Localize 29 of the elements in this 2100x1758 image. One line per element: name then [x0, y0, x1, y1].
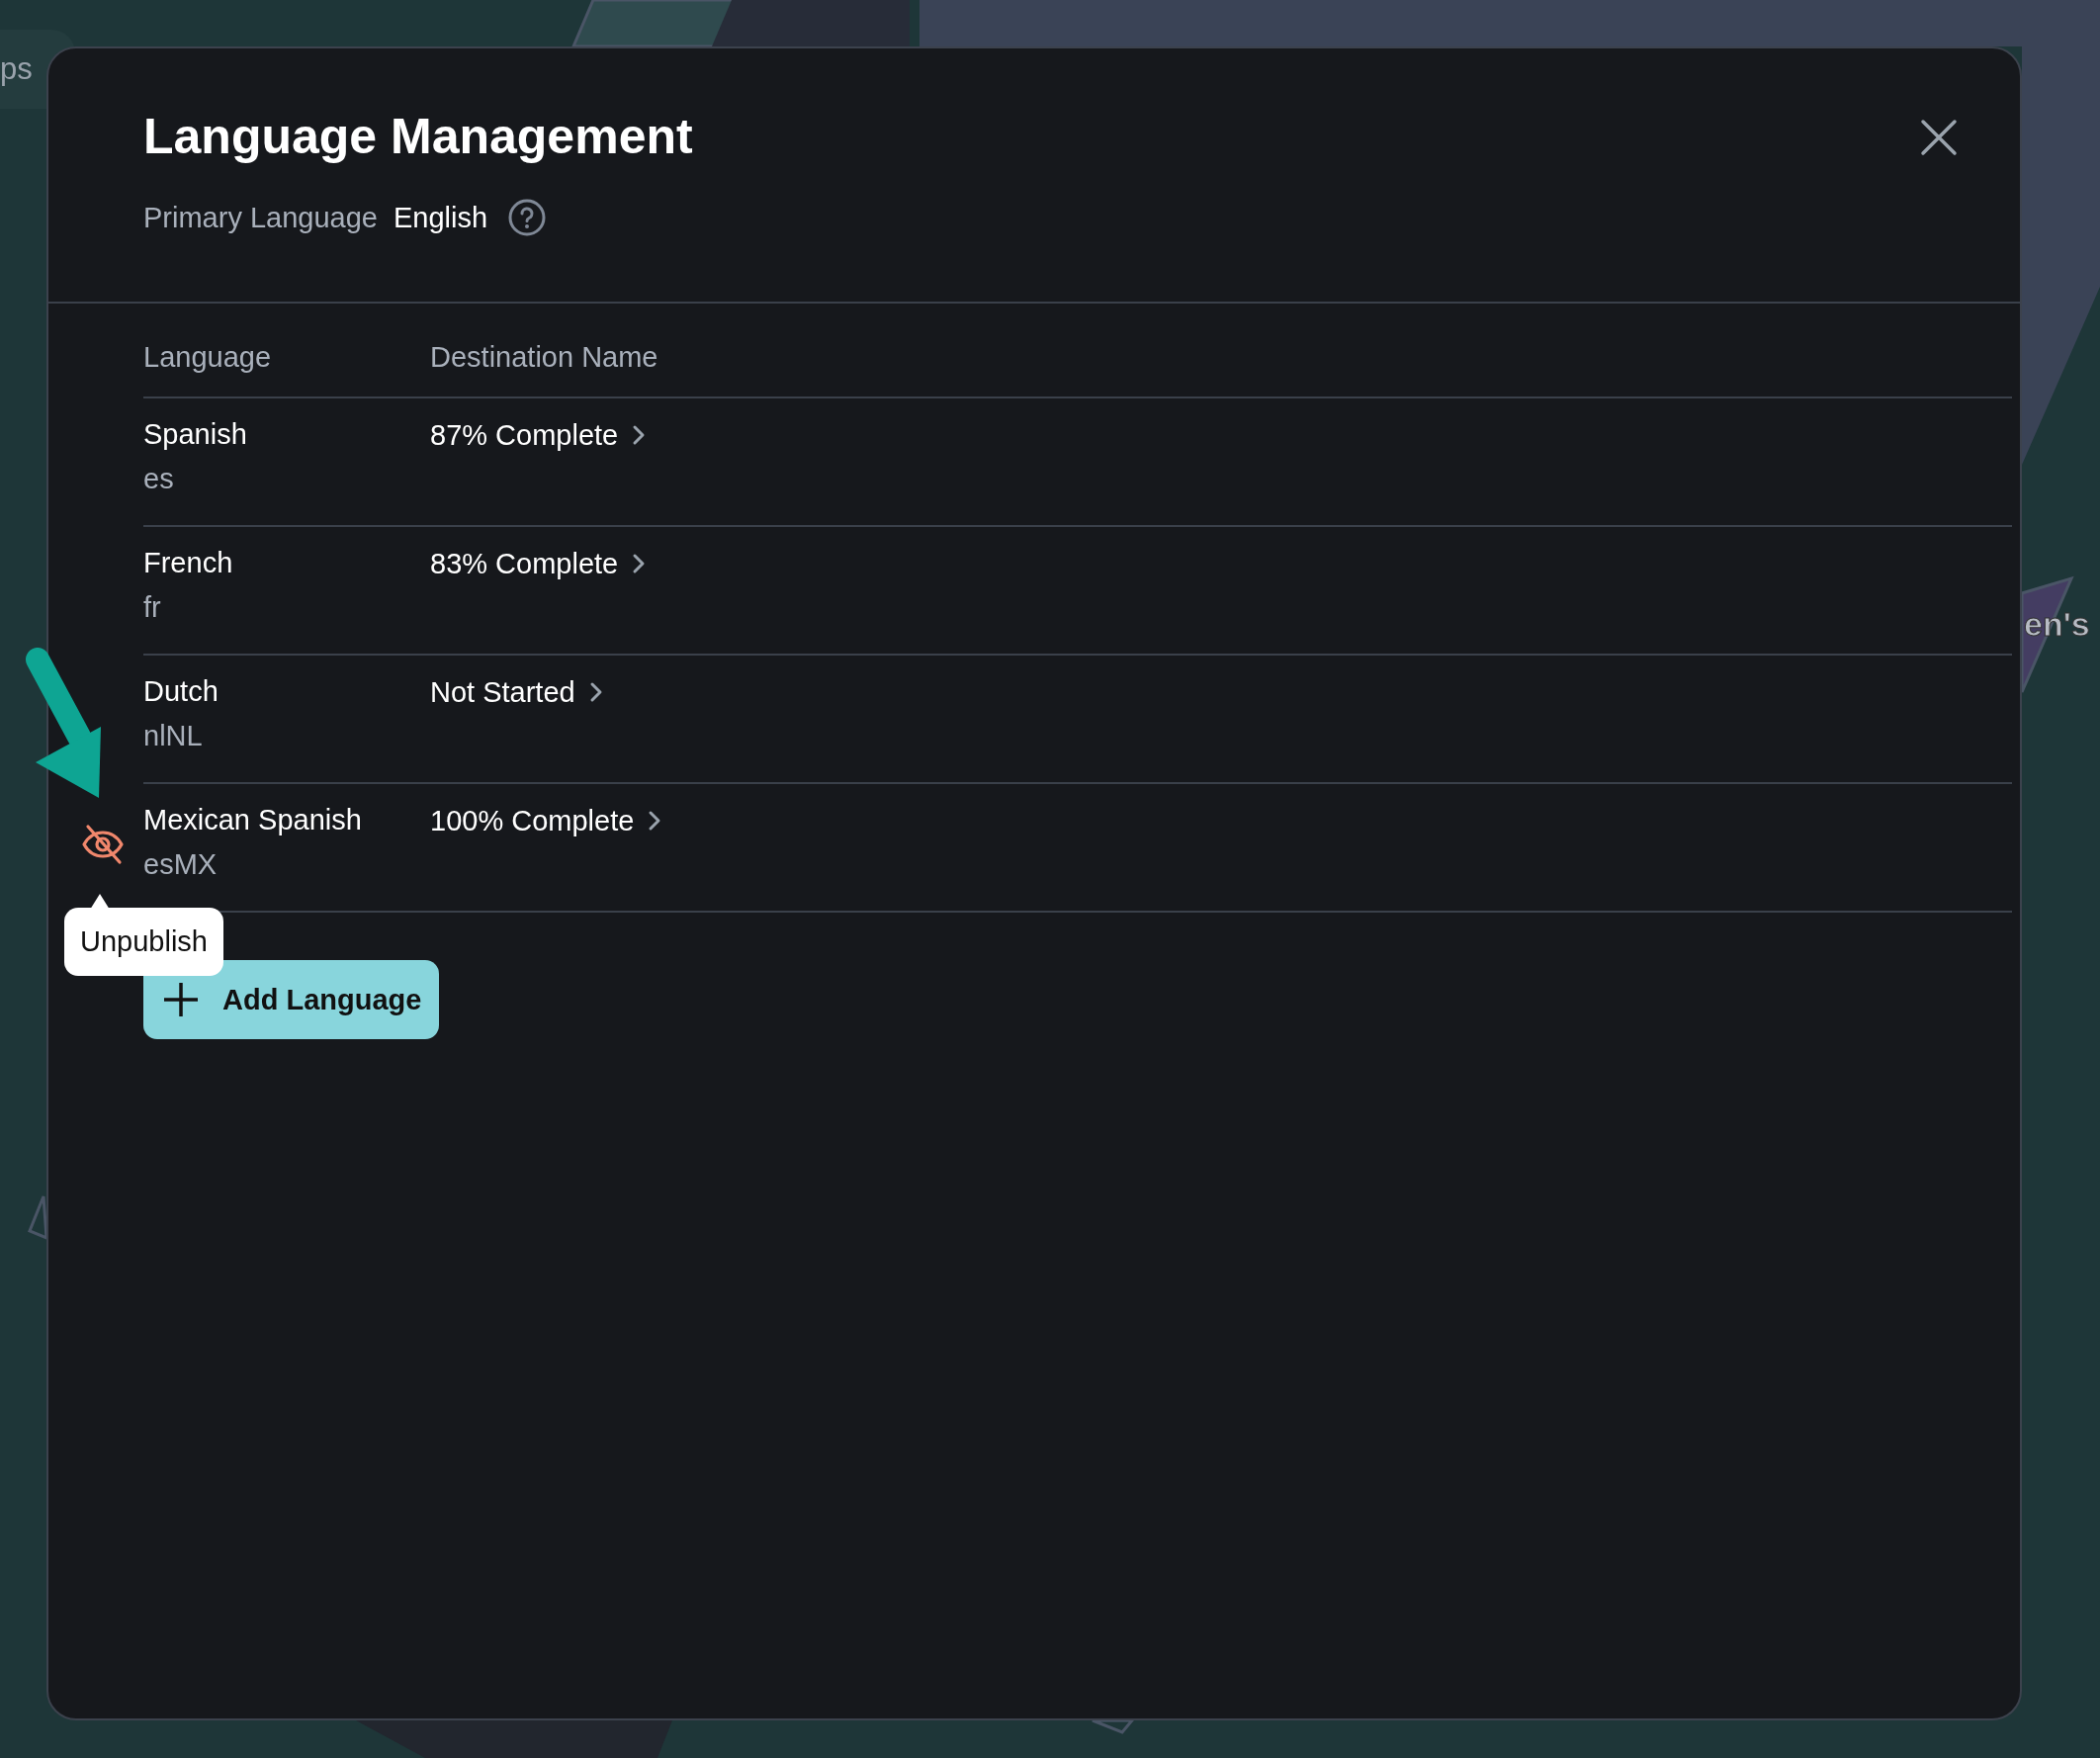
- close-button[interactable]: [1919, 118, 1959, 157]
- chevron-icon: [588, 681, 603, 703]
- tooltip: Unpublish: [64, 908, 223, 976]
- add-language-button[interactable]: Add Language: [143, 960, 440, 1039]
- status-link[interactable]: 100% Complete: [430, 804, 662, 837]
- eye-slash-icon[interactable]: [80, 824, 126, 865]
- language-name: Spanish: [143, 418, 248, 451]
- chevron-icon: [632, 424, 647, 446]
- chevron-icon: [648, 810, 662, 832]
- plus-icon: [161, 980, 201, 1019]
- chevron-icon: [632, 553, 647, 574]
- column-header: Language: [143, 340, 273, 374]
- language-name: Mexican Spanish: [143, 804, 363, 836]
- language-code: esMX: [143, 848, 219, 881]
- map-label: en's: [2024, 605, 2090, 644]
- status-link[interactable]: 83% Complete: [430, 547, 647, 580]
- language-code: es: [143, 463, 175, 495]
- language-code: nlNL: [143, 720, 204, 752]
- close-icon: [1919, 118, 1959, 157]
- primary-language-label: Primary Language: [143, 201, 378, 234]
- status-link[interactable]: 87% Complete: [430, 418, 647, 452]
- status-link[interactable]: Not Started: [430, 675, 603, 709]
- column-header: Destination Name: [430, 340, 658, 374]
- language-code: fr: [143, 591, 162, 624]
- primary-language-value: English: [394, 201, 488, 234]
- language-name: Dutch: [143, 675, 219, 708]
- help-icon[interactable]: [507, 198, 548, 237]
- language-name: French: [143, 547, 234, 579]
- dialog-title: Language Management: [143, 110, 693, 164]
